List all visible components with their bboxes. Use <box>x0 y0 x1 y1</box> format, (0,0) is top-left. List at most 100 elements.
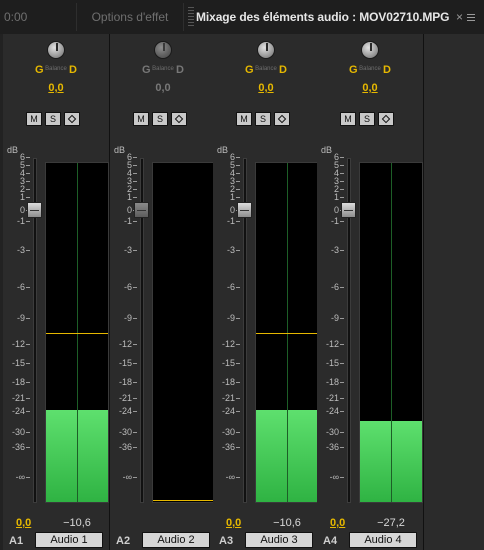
db-tick-label: -1 <box>215 217 240 226</box>
db-tick-label: -21 <box>319 394 344 403</box>
db-tick-label: -3 <box>5 246 30 255</box>
db-tick-label: -3 <box>319 246 344 255</box>
peak-hold-line <box>256 332 318 334</box>
db-tick-label: -∞ <box>319 473 344 482</box>
level-meter <box>152 162 216 503</box>
db-tick-label: -21 <box>215 394 240 403</box>
solo-button[interactable]: S <box>152 112 168 126</box>
keyframe-diamond-icon <box>381 114 391 124</box>
db-tick-label: -12 <box>319 340 344 349</box>
volume-value[interactable]: 0,0 <box>226 517 241 529</box>
keyframe-toggle-button[interactable] <box>378 112 394 126</box>
empty-mixer-area <box>424 34 484 550</box>
db-tick-label: -18 <box>5 378 30 387</box>
track-id: A2 <box>116 535 131 547</box>
db-tick-label: -3 <box>215 246 240 255</box>
track-name-field[interactable]: Audio 3 <box>245 532 313 548</box>
pan-value[interactable]: 0,0 <box>36 82 76 94</box>
level-meter <box>255 162 319 503</box>
channel-strip-a1: G Balance D 0,0 M S dB 6 5 4 3 2 1 0 -1 -3 -6 -9 -1… <box>3 34 110 550</box>
db-tick-label: -6 <box>215 283 240 292</box>
pan-knob[interactable] <box>361 41 379 59</box>
volume-value[interactable]: 0,0 <box>330 517 345 529</box>
tab-grip-handle[interactable] <box>188 7 194 27</box>
pan-center-label: Balance <box>45 66 67 72</box>
pan-value[interactable]: 0,0 <box>350 82 390 94</box>
volume-fader-handle[interactable] <box>27 202 42 218</box>
db-tick-label: -15 <box>5 359 30 368</box>
keyframe-diamond-icon <box>277 114 287 124</box>
pan-center-label: Balance <box>255 66 277 72</box>
volume-fader-handle[interactable] <box>237 202 252 218</box>
db-tick-label: -15 <box>112 359 137 368</box>
db-tick-label: -36 <box>5 443 30 452</box>
channel-strip-a3: G Balance D 0,0 M S dB 6 5 4 3 2 1 0 -1 -3 -6 -9 -1… <box>213 34 320 550</box>
pan-value[interactable]: 0,0 <box>246 82 286 94</box>
db-tick-label: 0 <box>112 206 137 215</box>
db-tick-label: -18 <box>319 378 344 387</box>
track-name-field[interactable]: Audio 2 <box>142 532 210 548</box>
db-tick-label: -9 <box>319 314 344 323</box>
db-tick-label: -9 <box>215 314 240 323</box>
pan-left-label: G <box>142 64 151 76</box>
track-name-field[interactable]: Audio 4 <box>349 532 417 548</box>
volume-fader-handle[interactable] <box>341 202 356 218</box>
keyframe-diamond-icon <box>67 114 77 124</box>
panel-menu-icon[interactable] <box>466 3 475 31</box>
peak-hold-line <box>46 332 108 334</box>
db-tick-label: 1 <box>215 193 240 202</box>
timecode-tab[interactable]: 0:00 <box>4 3 27 31</box>
db-tick-label: -15 <box>319 359 344 368</box>
db-tick-label: -∞ <box>112 473 137 482</box>
track-id: A1 <box>9 535 24 547</box>
track-id: A3 <box>219 535 234 547</box>
tab-effect-options[interactable]: Options d'effet <box>76 3 184 31</box>
mute-button[interactable]: M <box>340 112 356 126</box>
solo-button[interactable]: S <box>45 112 61 126</box>
close-tab-icon[interactable]: × <box>456 3 463 31</box>
db-tick-label: -1 <box>5 217 30 226</box>
db-tick-label: -30 <box>112 428 137 437</box>
mute-button[interactable]: M <box>236 112 252 126</box>
keyframe-toggle-button[interactable] <box>64 112 80 126</box>
mute-button[interactable]: M <box>133 112 149 126</box>
db-tick-label: -12 <box>215 340 240 349</box>
db-tick-label: -24 <box>5 407 30 416</box>
db-tick-label: -9 <box>5 314 30 323</box>
pan-right-label: D <box>176 64 184 76</box>
db-tick-label: -3 <box>112 246 137 255</box>
db-tick-label: 1 <box>112 193 137 202</box>
track-id: A4 <box>323 535 338 547</box>
volume-fader-handle[interactable] <box>134 202 149 218</box>
pan-center-label: Balance <box>152 66 174 72</box>
tab-audio-clip-mixer[interactable]: Mixage des éléments audio : MOV02710.MPG <box>196 3 450 31</box>
db-tick-label: -30 <box>5 428 30 437</box>
db-tick-label: -30 <box>215 428 240 437</box>
solo-button[interactable]: S <box>255 112 271 126</box>
pan-right-label: D <box>69 64 77 76</box>
db-tick-label: -9 <box>112 314 137 323</box>
pan-right-label: D <box>383 64 391 76</box>
db-tick-label: -18 <box>215 378 240 387</box>
level-meter <box>359 162 423 503</box>
pan-value[interactable]: 0,0 <box>143 82 183 94</box>
pan-right-label: D <box>279 64 287 76</box>
peak-value: −10,6 <box>273 517 301 529</box>
pan-knob[interactable] <box>257 41 275 59</box>
track-name-field[interactable]: Audio 1 <box>35 532 103 548</box>
volume-value[interactable]: 0,0 <box>16 517 31 529</box>
db-tick-label: -15 <box>215 359 240 368</box>
mute-button[interactable]: M <box>26 112 42 126</box>
keyframe-toggle-button[interactable] <box>274 112 290 126</box>
db-tick-label: -18 <box>112 378 137 387</box>
pan-knob[interactable] <box>47 41 65 59</box>
keyframe-toggle-button[interactable] <box>171 112 187 126</box>
db-tick-label: -21 <box>5 394 30 403</box>
channel-strip-a4: G Balance D 0,0 M S dB 6 5 4 3 2 1 0 -1 -3 -6 -9 -1… <box>317 34 424 550</box>
pan-center-label: Balance <box>359 66 381 72</box>
peak-value: −27,2 <box>377 517 405 529</box>
db-tick-label: -6 <box>5 283 30 292</box>
pan-knob[interactable] <box>154 41 172 59</box>
solo-button[interactable]: S <box>359 112 375 126</box>
meter-channel-divider <box>391 163 392 502</box>
